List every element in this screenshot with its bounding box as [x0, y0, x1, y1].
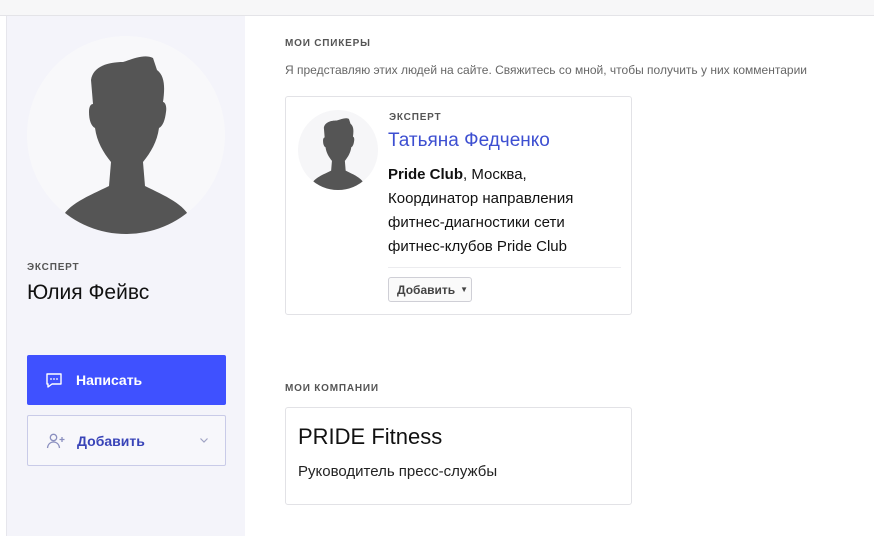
speaker-avatar[interactable] — [298, 110, 378, 190]
add-contact-label: Добавить — [77, 432, 145, 449]
chevron-down-icon — [199, 435, 209, 445]
profile-avatar — [27, 36, 225, 234]
speaker-company: Pride Club — [388, 166, 464, 183]
speaker-card: ЭКСПЕРТ Татьяна Федченко Pride Club, Мос… — [285, 96, 632, 315]
speaker-add-label: Добавить — [397, 282, 456, 297]
company-position: Руководитель пресс-службы — [298, 463, 498, 480]
add-contact-button[interactable]: Добавить — [27, 415, 226, 466]
speaker-role-label: ЭКСПЕРТ — [389, 112, 442, 123]
caret-down-icon: ▼ — [460, 285, 469, 294]
write-message-button[interactable]: Написать — [27, 355, 226, 405]
profile-sidebar: ЭКСПЕРТ Юлия Фейвс Написать Добавить — [6, 16, 245, 536]
speakers-section-description: Я представляю этих людей на сайте. Свяжи… — [285, 63, 807, 77]
user-silhouette-icon — [308, 118, 368, 190]
speaker-add-dropdown[interactable]: Добавить ▼ — [388, 277, 472, 302]
speaker-description: Pride Club, Москва, Координатор направле… — [388, 163, 613, 259]
companies-section-title: МОИ КОМПАНИИ — [285, 383, 379, 394]
profile-role-label: ЭКСПЕРТ — [27, 262, 80, 273]
chat-icon — [45, 371, 63, 389]
speaker-divider — [388, 267, 621, 268]
write-message-label: Написать — [76, 372, 143, 388]
user-silhouette-icon — [53, 56, 199, 234]
speakers-section-title: МОИ СПИКЕРЫ — [285, 38, 371, 49]
top-bar — [0, 0, 874, 16]
company-name: PRIDE Fitness — [298, 424, 443, 449]
company-card[interactable]: PRIDE Fitness Руководитель пресс-службы — [285, 407, 632, 505]
profile-name: Юлия Фейвс — [27, 281, 150, 304]
add-user-icon — [46, 431, 66, 451]
speaker-name-link[interactable]: Татьяна Федченко — [388, 130, 550, 152]
